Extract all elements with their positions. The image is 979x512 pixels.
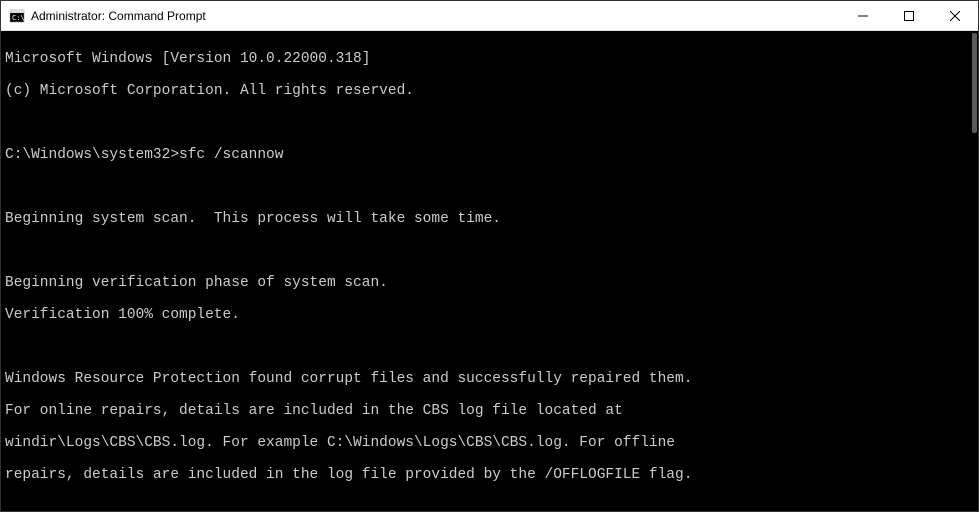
output-blank [5, 179, 974, 195]
output-blank [5, 115, 974, 131]
output-line: Verification 100% complete. [5, 307, 974, 323]
output-line: (c) Microsoft Corporation. All rights re… [5, 83, 974, 99]
window-controls [840, 1, 978, 30]
output-line: windir\Logs\CBS\CBS.log. For example C:\… [5, 435, 974, 451]
output-blank [5, 339, 974, 355]
output-line: Beginning verification phase of system s… [5, 275, 974, 291]
output-line: Windows Resource Protection found corrup… [5, 371, 974, 387]
svg-text:C:\: C:\ [12, 14, 25, 22]
command-input: sfc /scannow [179, 147, 283, 163]
maximize-button[interactable] [886, 1, 932, 30]
scrollbar[interactable] [970, 31, 978, 511]
output-line: For online repairs, details are included… [5, 403, 974, 419]
window-title: Administrator: Command Prompt [31, 9, 840, 23]
minimize-button[interactable] [840, 1, 886, 30]
output-blank [5, 243, 974, 259]
output-line: Beginning system scan. This process will… [5, 211, 974, 227]
command-prompt-window: C:\ Administrator: Command Prompt Micros… [0, 0, 979, 512]
prompt-line: C:\Windows\system32>sfc /scannow [5, 147, 974, 163]
close-button[interactable] [932, 1, 978, 30]
command-prompt-icon: C:\ [9, 8, 25, 24]
output-line: repairs, details are included in the log… [5, 467, 974, 483]
output-blank [5, 499, 974, 511]
prompt-path: C:\Windows\system32> [5, 147, 179, 163]
output-line: Microsoft Windows [Version 10.0.22000.31… [5, 51, 974, 67]
terminal-output: Microsoft Windows [Version 10.0.22000.31… [1, 31, 978, 511]
scrollbar-thumb[interactable] [972, 33, 977, 133]
terminal-area[interactable]: Microsoft Windows [Version 10.0.22000.31… [1, 31, 978, 511]
title-bar: C:\ Administrator: Command Prompt [1, 1, 978, 31]
